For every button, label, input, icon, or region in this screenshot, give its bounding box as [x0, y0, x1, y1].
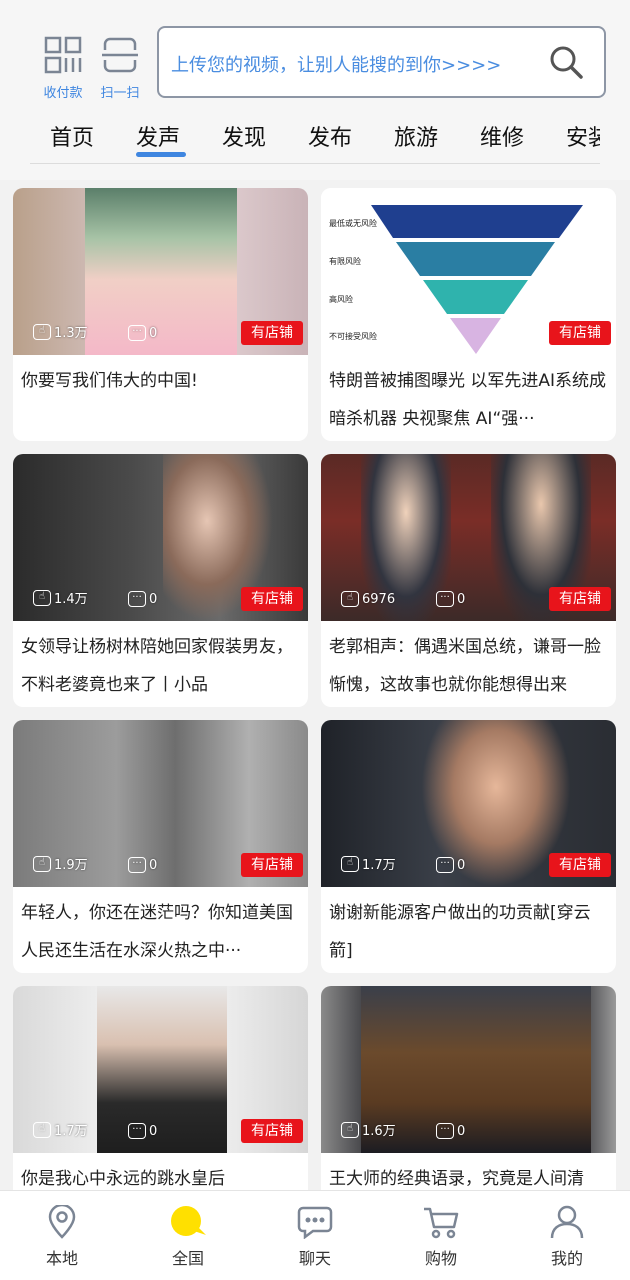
shop-badge[interactable]: 有店铺: [549, 321, 611, 345]
video-title[interactable]: 女领导让杨树林陪她回家假装男友，不料老婆竟也来了丨小品: [21, 628, 301, 704]
nav-shopping[interactable]: 购物: [411, 1205, 471, 1269]
pyramid-label: 有限风险: [329, 257, 361, 266]
comment-count: ··· 0: [436, 1123, 465, 1139]
hand-icon: ☝: [341, 591, 359, 607]
pyramid-label: 最低或无风险: [329, 219, 377, 228]
video-thumbnail: ☝ 6976 ··· 0 有店铺: [321, 454, 616, 621]
tab-discover[interactable]: 发现: [222, 120, 266, 152]
video-title[interactable]: 年轻人，你还在迷茫吗？你知道美国人民还生活在水深火热之中···: [21, 894, 301, 970]
tab-publish[interactable]: 发布: [308, 120, 352, 152]
active-tab-indicator: [136, 152, 186, 157]
hand-icon: ☝: [33, 855, 51, 872]
video-title[interactable]: 老郭相声：偶遇米国总统，谦哥一脸惭愧，这故事也就你能想得出来: [329, 628, 609, 704]
comment-icon: ···: [128, 857, 146, 873]
hand-icon: ☝: [341, 1121, 359, 1138]
nav-label: 聊天: [298, 1249, 331, 1268]
video-card[interactable]: ☝ 1.3万 ··· 0 有店铺 你要写我们伟大的中国!: [13, 188, 308, 441]
video-card[interactable]: ☝ 1.7万 ··· 0 有店铺 谢谢新能源客户做出的功贡献[穿云箭]: [321, 720, 616, 973]
qrcode-icon: [44, 36, 82, 74]
video-thumbnail: ☝ 1.7万 ··· 0 有店铺: [321, 720, 616, 887]
pyramid-label: 不可接受风险: [329, 332, 377, 341]
video-title[interactable]: 你要写我们伟大的中国!: [21, 362, 301, 438]
video-thumbnail: ☝ 1.3万 ··· 0 有店铺: [13, 188, 308, 355]
nav-label: 全国: [171, 1249, 204, 1268]
video-title[interactable]: 谢谢新能源客户做出的功贡献[穿云箭]: [329, 894, 609, 970]
pyramid-label: 高风险: [329, 295, 353, 304]
scan-icon: [102, 37, 138, 73]
video-thumbnail: ☝ 1.4万 ··· 0 有店铺: [13, 454, 308, 621]
pay-label: 收付款: [43, 86, 83, 101]
tab-home[interactable]: 首页: [50, 120, 94, 152]
comment-icon: ···: [128, 591, 146, 607]
scan-button[interactable]: 扫一扫: [95, 36, 145, 106]
video-card[interactable]: ☝ 1.4万 ··· 0 有店铺 女领导让杨树林陪她回家假装男友，不料老婆竟也来了丨…: [13, 454, 308, 707]
comment-count: ··· 0: [128, 591, 157, 607]
search-placeholder: 上传您的视频，让别人能搜的到你>>>>: [171, 55, 502, 76]
like-count: ☝ 6976: [341, 591, 395, 607]
video-thumbnail: ☝ 1.6万 ··· 0: [321, 986, 616, 1153]
tab-travel[interactable]: 旅游: [394, 120, 438, 152]
like-count: ☝ 1.7万: [341, 854, 396, 873]
category-tabs: 首页 发声 发现 发布 旅游 维修 安装: [0, 112, 600, 162]
nav-local[interactable]: 本地: [32, 1205, 92, 1269]
video-card[interactable]: 最低或无风险 有限风险 高风险 不可接受风险 有店铺 特朗普被捕图曝光 以军先进…: [321, 188, 616, 441]
hand-icon: ☝: [33, 1121, 51, 1138]
comment-icon: ···: [128, 1123, 146, 1139]
divider: [30, 163, 600, 164]
like-count: ☝ 1.6万: [341, 1120, 396, 1139]
globe-icon: [171, 1206, 206, 1236]
like-count: ☝ 1.3万: [33, 322, 88, 341]
search-box[interactable]: 上传您的视频，让别人能搜的到你>>>>: [157, 26, 606, 98]
top-bar: 收付款 扫一扫 上传您的视频，让别人能搜的到你>>>> 首页 发声 发现 发布 …: [0, 0, 630, 180]
like-count: ☝ 1.7万: [33, 1120, 88, 1139]
shopping-cart-icon: [424, 1207, 459, 1239]
comment-icon: ···: [436, 1123, 454, 1139]
tab-repair[interactable]: 维修: [480, 120, 524, 152]
pay-button[interactable]: 收付款: [38, 36, 88, 106]
comment-icon: ···: [436, 857, 454, 873]
comment-count: ··· 0: [128, 857, 157, 873]
shop-badge[interactable]: 有店铺: [549, 587, 611, 611]
nav-profile[interactable]: 我的: [537, 1205, 597, 1269]
nav-national[interactable]: 全国: [158, 1205, 218, 1269]
video-thumbnail: 最低或无风险 有限风险 高风险 不可接受风险 有店铺: [321, 188, 616, 355]
nav-label: 购物: [424, 1249, 457, 1268]
hand-icon: ☝: [341, 855, 359, 872]
shop-badge[interactable]: 有店铺: [241, 587, 303, 611]
tab-voice[interactable]: 发声: [136, 120, 180, 152]
bottom-navigation: 本地 全国 聊天 购物 我的: [0, 1190, 630, 1280]
video-title[interactable]: 特朗普被捕图曝光 以军先进AI系统成暗杀机器 央视聚焦 AI“强···: [329, 362, 609, 438]
video-thumbnail: ☝ 1.7万 ··· 0 有店铺: [13, 986, 308, 1153]
chat-bubble-icon: [297, 1206, 333, 1239]
comment-count: ··· 0: [128, 325, 157, 341]
video-card[interactable]: ☝ 1.9万 ··· 0 有店铺 年轻人，你还在迷茫吗？你知道美国人民还生活在水深火…: [13, 720, 308, 973]
tab-install[interactable]: 安装: [566, 120, 600, 152]
scan-label: 扫一扫: [100, 86, 140, 101]
video-thumbnail: ☝ 1.9万 ··· 0 有店铺: [13, 720, 308, 887]
nav-label: 我的: [550, 1249, 583, 1268]
comment-icon: ···: [128, 325, 146, 341]
video-card[interactable]: ☝ 6976 ··· 0 有店铺 老郭相声：偶遇米国总统，谦哥一脸惭愧，这故事也就你…: [321, 454, 616, 707]
search-icon[interactable]: [548, 44, 584, 80]
like-count: ☝ 1.9万: [33, 854, 88, 873]
user-icon: [550, 1205, 584, 1239]
shop-badge[interactable]: 有店铺: [241, 1119, 303, 1143]
hand-icon: ☝: [33, 589, 51, 606]
hand-icon: ☝: [33, 323, 51, 340]
comment-count: ··· 0: [128, 1123, 157, 1139]
comment-icon: ···: [436, 591, 454, 607]
nav-label: 本地: [45, 1249, 78, 1268]
comment-count: ··· 0: [436, 591, 465, 607]
nav-chat[interactable]: 聊天: [285, 1205, 345, 1269]
comment-count: ··· 0: [436, 857, 465, 873]
shop-badge[interactable]: 有店铺: [549, 853, 611, 877]
like-count: ☝ 1.4万: [33, 588, 88, 607]
shop-badge[interactable]: 有店铺: [241, 853, 303, 877]
location-pin-icon: [48, 1205, 76, 1239]
shop-badge[interactable]: 有店铺: [241, 321, 303, 345]
